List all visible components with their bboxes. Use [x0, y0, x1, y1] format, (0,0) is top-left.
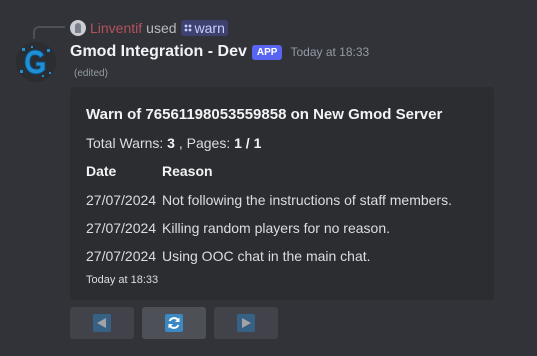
pages-label: , Pages: [174, 135, 235, 151]
table-row: 27/07/2024 Killing random players for no… [86, 220, 478, 236]
command-name: warn [194, 20, 225, 36]
used-label: used [146, 20, 177, 36]
refresh-button[interactable] [142, 307, 206, 339]
date-column-header: Date [86, 163, 117, 179]
pages-value: 1 / 1 [234, 135, 262, 151]
warn-date: 27/07/2024 [86, 248, 157, 264]
warn-reason: Not following the instructions of staff … [162, 192, 452, 208]
bot-avatar[interactable] [16, 42, 56, 82]
message-timestamp: Today at 18:33 [290, 45, 370, 59]
next-page-button[interactable] [214, 307, 278, 339]
slash-command-icon [183, 24, 192, 32]
edited-label: (edited) [74, 68, 108, 79]
warn-embed: Warn of 76561198053559858 on New Gmod Se… [70, 87, 494, 300]
bot-logo-icon [16, 42, 56, 82]
chat-message: Linventif used warn Gmod Integration - D… [0, 0, 537, 356]
user-name[interactable]: Linventif [90, 20, 142, 36]
refresh-icon [165, 314, 183, 332]
embed-title: Warn of 76561198053559858 on New Gmod Se… [86, 106, 443, 123]
embed-footer-timestamp: Today at 18:33 [86, 274, 159, 286]
warn-reason: Killing random players for no reason. [162, 220, 391, 236]
table-header: Date Reason [86, 163, 478, 179]
command-mention[interactable]: warn [180, 20, 228, 36]
arrow-left-icon [93, 314, 111, 332]
previous-page-button[interactable] [70, 307, 134, 339]
warn-reason: Using OOC chat in the main chat. [162, 248, 371, 264]
app-badge: APP [251, 44, 283, 60]
command-interaction-line: Linventif used warn [70, 19, 228, 37]
interaction-connector-line [33, 26, 65, 39]
table-row: 27/07/2024 Using OOC chat in the main ch… [86, 248, 478, 264]
total-warns-label: Total Warns: [86, 135, 168, 151]
total-warns-value: 3 [167, 135, 175, 151]
bot-name[interactable]: Gmod Integration - Dev [70, 43, 247, 61]
reason-column-header: Reason [162, 163, 213, 179]
message-header: Gmod Integration - Dev APP Today at 18:3… [70, 41, 369, 63]
embed-summary: Total Warns: 3 , Pages: 1 / 1 [86, 135, 478, 151]
table-row: 27/07/2024 Not following the instruction… [86, 192, 478, 208]
arrow-right-icon [237, 314, 255, 332]
warn-date: 27/07/2024 [86, 192, 157, 208]
warn-date: 27/07/2024 [86, 220, 157, 236]
user-avatar[interactable] [70, 20, 86, 36]
